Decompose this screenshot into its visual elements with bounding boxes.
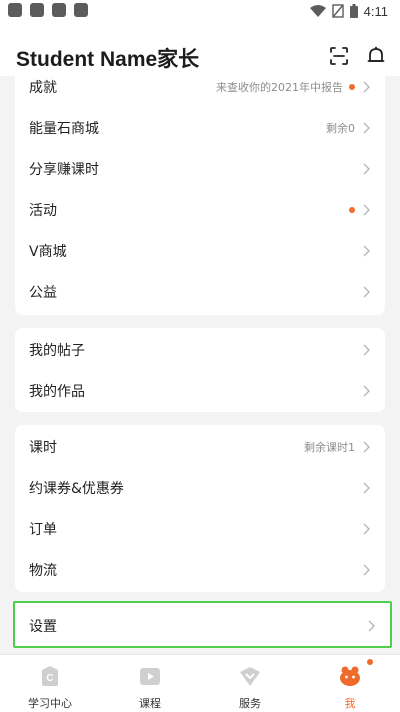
row-label: 成就 xyxy=(29,79,57,96)
wifi-icon xyxy=(309,5,326,17)
course-play-icon xyxy=(137,663,163,689)
menu-list[interactable]: 成就 来查收你的2021年中报告 能量石商城 剩余0 分享赚课时 活动 V商城 … xyxy=(0,76,400,654)
header: Student Name家长 xyxy=(0,24,400,76)
notification-icon xyxy=(52,3,66,17)
bell-icon[interactable] xyxy=(364,44,388,68)
row-label: 能量石商城 xyxy=(29,120,99,137)
menu-card-orders: 课时 剩余课时1 约课券&优惠券 订单 物流 xyxy=(15,425,385,592)
notification-icon xyxy=(74,3,88,17)
tab-label: 服务 xyxy=(239,697,261,710)
menu-row-logistics[interactable]: 物流 xyxy=(15,549,385,590)
notification-dot xyxy=(367,659,373,665)
chevron-right-icon xyxy=(361,162,371,176)
chevron-right-icon xyxy=(361,80,371,94)
no-signal-icon xyxy=(331,4,344,18)
row-extra: 剩余课时1 xyxy=(304,440,355,454)
status-bar: 4:11 xyxy=(0,0,400,24)
menu-row-share[interactable]: 分享赚课时 xyxy=(15,148,385,189)
row-label: 分享赚课时 xyxy=(29,161,99,178)
menu-row-activity[interactable]: 活动 xyxy=(15,189,385,230)
menu-row-my-posts[interactable]: 我的帖子 xyxy=(15,329,385,370)
chevron-right-icon xyxy=(361,285,371,299)
row-label: 我的作品 xyxy=(29,383,85,400)
notification-dot xyxy=(349,83,355,90)
notification-dot xyxy=(349,206,355,213)
chevron-right-icon xyxy=(361,121,371,135)
tab-courses[interactable]: 课程 xyxy=(100,655,200,712)
menu-row-charity[interactable]: 公益 xyxy=(15,271,385,312)
menu-row-orders[interactable]: 订单 xyxy=(15,508,385,549)
menu-row-achievement[interactable]: 成就 来查收你的2021年中报告 xyxy=(15,76,385,107)
chevron-right-icon xyxy=(361,440,371,454)
chevron-right-icon xyxy=(361,481,371,495)
chevron-right-icon xyxy=(361,244,371,258)
row-label: 公益 xyxy=(29,284,57,301)
tab-label: 学习中心 xyxy=(28,697,72,710)
row-label: 订单 xyxy=(29,521,57,538)
row-label: V商城 xyxy=(29,243,67,260)
menu-row-v-store[interactable]: V商城 xyxy=(15,230,385,271)
chevron-right-icon xyxy=(361,522,371,536)
row-label: 约课券&优惠券 xyxy=(29,480,124,497)
row-label: 物流 xyxy=(29,562,57,579)
learning-center-icon: C xyxy=(37,663,63,689)
bottom-tab-bar: C 学习中心 课程 服务 我 xyxy=(0,654,400,712)
scan-icon[interactable] xyxy=(327,44,351,68)
menu-row-energy-store[interactable]: 能量石商城 剩余0 xyxy=(15,107,385,148)
tab-service[interactable]: 服务 xyxy=(200,655,300,712)
chevron-right-icon xyxy=(361,203,371,217)
chevron-right-icon xyxy=(361,384,371,398)
row-label: 我的帖子 xyxy=(29,342,85,359)
row-label: 设置 xyxy=(29,618,57,635)
service-heart-icon xyxy=(237,663,263,689)
notification-icon xyxy=(30,3,44,17)
battery-icon xyxy=(349,4,358,18)
row-label: 活动 xyxy=(29,202,57,219)
chevron-right-icon xyxy=(361,563,371,577)
tab-label: 我 xyxy=(344,697,356,710)
svg-text:C: C xyxy=(46,673,53,684)
row-extra: 来查收你的2021年中报告 xyxy=(216,80,343,94)
status-time: 4:11 xyxy=(363,3,388,19)
menu-card-posts: 我的帖子 我的作品 xyxy=(15,328,385,412)
menu-row-class-hours[interactable]: 课时 剩余课时1 xyxy=(15,426,385,467)
tab-label: 课程 xyxy=(139,697,161,710)
menu-row-settings[interactable]: 设置 xyxy=(15,605,390,646)
chevron-right-icon xyxy=(361,343,371,357)
tab-learning-center[interactable]: C 学习中心 xyxy=(0,655,100,712)
notification-icon xyxy=(8,3,22,17)
page-title: Student Name家长 xyxy=(16,48,200,71)
menu-row-my-works[interactable]: 我的作品 xyxy=(15,370,385,411)
menu-card-main: 成就 来查收你的2021年中报告 能量石商城 剩余0 分享赚课时 活动 V商城 … xyxy=(15,76,385,315)
tab-me[interactable]: 我 xyxy=(300,655,400,712)
menu-row-coupons[interactable]: 约课券&优惠券 xyxy=(15,467,385,508)
me-mascot-icon xyxy=(337,663,363,689)
chevron-right-icon xyxy=(366,619,376,633)
menu-card-settings: 设置 xyxy=(13,601,392,648)
row-extra: 剩余0 xyxy=(326,121,355,135)
row-label: 课时 xyxy=(29,439,57,456)
